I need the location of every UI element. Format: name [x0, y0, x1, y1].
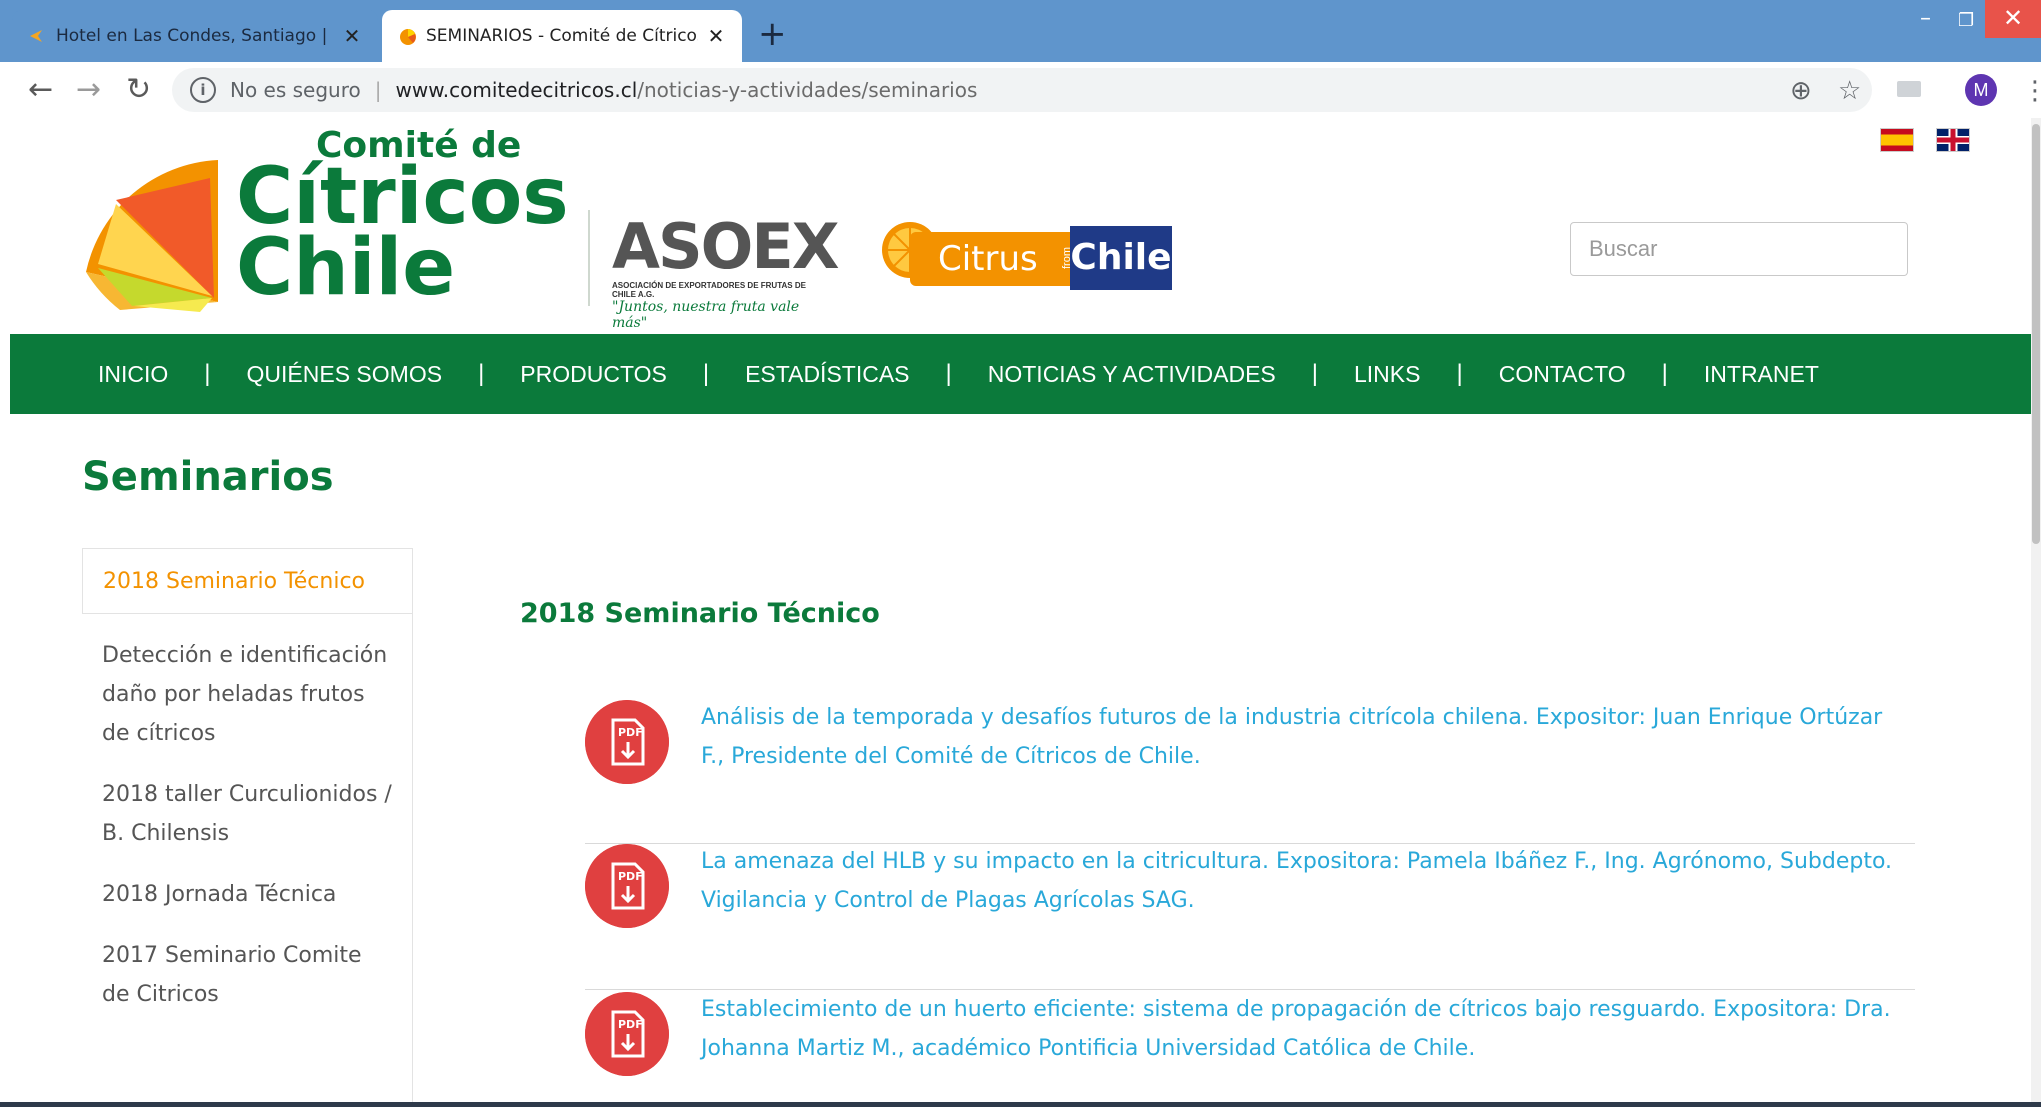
url-domain: www.comitedecitricos.cl: [395, 78, 638, 102]
sidebar-item-active[interactable]: 2018 Seminario Técnico: [82, 548, 412, 614]
restore-button[interactable]: ❐: [1958, 10, 1974, 31]
nav-item-intranet[interactable]: INTRANET: [1704, 361, 1819, 388]
nav-item-quienes-somos[interactable]: QUIÉNES SOMOS: [247, 361, 443, 388]
asoex-subtitle: ASOCIACIÓN DE EXPORTADORES DE FRUTAS DE …: [612, 281, 806, 299]
nav-item-estadisticas[interactable]: ESTADÍSTICAS: [745, 361, 909, 388]
citrus-favicon-icon: [400, 29, 416, 45]
uk-flag-icon[interactable]: [1936, 128, 1970, 152]
seminar-link[interactable]: La amenaza del HLB y su impacto en la ci…: [701, 842, 1911, 920]
profile-avatar[interactable]: M: [1965, 74, 1997, 106]
list-item: PDF Establecimiento de un huerto eficien…: [585, 990, 1915, 1107]
pdf-label: PDF: [618, 870, 643, 883]
nav-item-productos[interactable]: PRODUCTOS: [520, 361, 667, 388]
browser-toolbar: ← → ↻ i No es seguro | www.comitedecitri…: [0, 62, 2041, 119]
nav-item-inicio[interactable]: INICIO: [98, 361, 168, 388]
new-tab-button[interactable]: +: [758, 14, 787, 54]
spain-flag-icon[interactable]: [1880, 128, 1914, 152]
back-button[interactable]: ←: [28, 72, 53, 107]
nav-item-links[interactable]: LINKS: [1354, 361, 1420, 388]
sidebar: 2018 Seminario Técnico Detección e ident…: [82, 548, 413, 1107]
nav-separator: |: [478, 360, 485, 387]
browser-titlebar: Hotel en Las Condes, Santiago | ✕ SEMINA…: [0, 0, 2041, 62]
tab-close-icon[interactable]: ✕: [342, 24, 362, 48]
nav-item-noticias[interactable]: NOTICIAS Y ACTIVIDADES: [988, 361, 1276, 388]
site-logo[interactable]: Comité de Cítricos Chile: [80, 127, 569, 320]
minimize-button[interactable]: –: [1920, 6, 1931, 31]
nav-item-contacto[interactable]: CONTACTO: [1499, 361, 1626, 388]
nav-separator: |: [204, 360, 211, 387]
language-switcher: [1880, 128, 1970, 152]
tab-title: Hotel en Las Condes, Santiago |: [56, 26, 328, 46]
main-navigation: INICIO | QUIÉNES SOMOS | PRODUCTOS | EST…: [10, 334, 2035, 414]
search-input[interactable]: [1570, 222, 1908, 276]
scrollbar-thumb[interactable]: [2032, 124, 2040, 544]
nav-separator: |: [945, 360, 952, 387]
security-indicator[interactable]: No es seguro: [230, 78, 361, 102]
tab-close-icon[interactable]: ✕: [706, 24, 726, 48]
asoex-logo[interactable]: ASOEX ASOCIACIÓN DE EXPORTADORES DE FRUT…: [612, 210, 840, 331]
bookmark-star-icon[interactable]: ☆: [1838, 76, 1861, 106]
logo-line-3: Chile: [236, 222, 456, 313]
pdf-download-icon[interactable]: PDF: [585, 992, 669, 1076]
page-viewport: Comité de Cítricos Chile ASOEX ASOCIACIÓ…: [0, 118, 2041, 1107]
address-bar[interactable]: i No es seguro | www.comitedecitricos.cl…: [172, 68, 1872, 112]
asoex-wordmark: ASOEX: [612, 210, 840, 283]
taskbar-edge: [0, 1102, 2041, 1107]
info-icon[interactable]: i: [190, 77, 216, 103]
hotel-favicon-icon: [30, 30, 42, 42]
page-scrollbar[interactable]: [2031, 118, 2041, 1107]
pdf-label: PDF: [618, 1018, 643, 1031]
tab-seminarios[interactable]: SEMINARIOS - Comité de Cítricos ✕: [382, 10, 742, 62]
list-item: PDF Análisis de la temporada y desafíos …: [585, 698, 1915, 844]
sidebar-item[interactable]: 2018 Jornada Técnica: [82, 853, 412, 914]
zoom-icon[interactable]: ⊕: [1790, 76, 1812, 106]
nav-separator: |: [1311, 360, 1318, 387]
pdf-label: PDF: [618, 726, 643, 739]
sidebar-item[interactable]: 2017 Seminario Comite de Citricos: [82, 914, 412, 1014]
sidebar-item[interactable]: Detección e identificación daño por hela…: [82, 614, 412, 753]
section-heading: 2018 Seminario Técnico: [520, 598, 880, 629]
reload-button[interactable]: ↻: [126, 72, 151, 107]
logo-wordmark: Comité de Cítricos Chile: [236, 127, 569, 313]
address-separator: |: [374, 78, 382, 102]
tab-title: SEMINARIOS - Comité de Cítricos: [426, 26, 698, 46]
citrus-word: Citrus: [910, 232, 1070, 286]
pdf-download-icon[interactable]: PDF: [585, 844, 669, 928]
window-close-button[interactable]: ✕: [1985, 0, 2041, 38]
list-item: PDF La amenaza del HLB y su impacto en l…: [585, 844, 1915, 990]
citrus-logo-icon: [86, 160, 218, 312]
seminar-link[interactable]: Análisis de la temporada y desafíos futu…: [701, 698, 1911, 776]
seminar-link[interactable]: Establecimiento de un huerto eficiente: …: [701, 990, 1911, 1068]
nav-separator: |: [1456, 360, 1463, 387]
nav-separator: |: [1661, 360, 1668, 387]
seminar-list: PDF Análisis de la temporada y desafíos …: [585, 698, 1915, 1107]
forward-button[interactable]: →: [76, 72, 101, 107]
menu-icon[interactable]: ⋮: [2022, 76, 2041, 106]
sidebar-item[interactable]: 2018 taller Curculionidos / B. Chilensis: [82, 753, 412, 853]
nav-separator: |: [702, 360, 710, 387]
url-path: /noticias-y-actividades/seminarios: [637, 78, 978, 102]
tab-hotel[interactable]: Hotel en Las Condes, Santiago | ✕: [12, 10, 378, 62]
chile-word: Chile: [1070, 226, 1172, 290]
pdf-download-icon[interactable]: PDF: [585, 700, 669, 784]
cast-icon[interactable]: [1896, 80, 1922, 100]
citrus-from-chile-logo[interactable]: Citrus from Chile: [880, 208, 1180, 298]
page-title: Seminarios: [82, 454, 334, 500]
logo-divider: [588, 210, 590, 306]
asoex-tagline: "Juntos, nuestra fruta vale más": [612, 299, 800, 331]
